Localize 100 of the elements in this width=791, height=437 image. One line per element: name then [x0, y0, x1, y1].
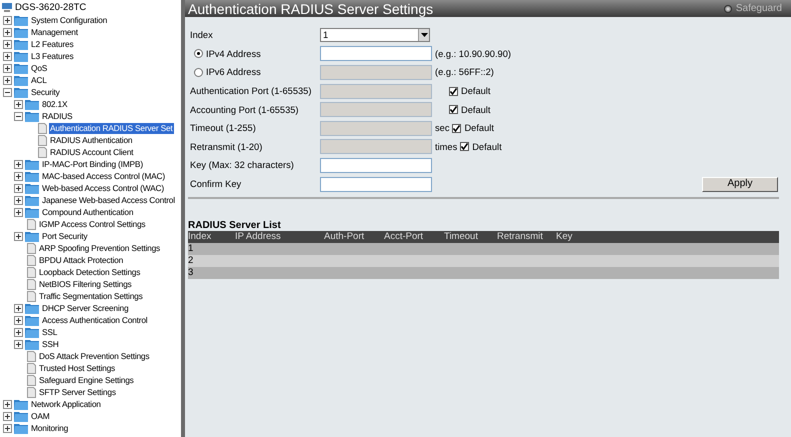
expand-icon[interactable] — [3, 76, 12, 84]
field-label: IPv4 Address — [206, 48, 261, 60]
tree-item[interactable]: Japanese Web-based Access Control — [41, 194, 176, 206]
device-name[interactable]: DGS-3620-28TC — [15, 2, 86, 14]
tree-item[interactable]: Management — [30, 26, 79, 38]
expand-icon[interactable] — [14, 304, 23, 312]
input-field[interactable] — [320, 176, 432, 192]
input-field[interactable] — [320, 46, 432, 62]
field-label: Key (Max: 32 characters) — [190, 159, 294, 172]
tree-item[interactable]: Compound Authentication — [41, 206, 134, 218]
input-field[interactable] — [320, 158, 432, 173]
tree-item[interactable]: QoS — [30, 62, 48, 74]
tree-item[interactable]: RADIUS — [41, 110, 74, 122]
tree-item[interactable]: Network Application — [30, 398, 102, 410]
tree-item[interactable]: Traffic Segmentation Settings — [38, 290, 144, 302]
column-header: Index — [188, 231, 212, 244]
expand-icon[interactable] — [14, 208, 23, 216]
tree-item[interactable]: 802.1X — [41, 98, 68, 110]
expand-icon[interactable] — [3, 412, 12, 420]
expand-icon[interactable] — [14, 184, 23, 192]
column-header: Retransmit — [497, 231, 544, 244]
folder-icon — [25, 194, 39, 206]
unit-label: times — [435, 140, 458, 153]
expand-icon[interactable] — [14, 340, 23, 348]
expand-icon[interactable] — [3, 28, 12, 36]
expand-icon[interactable] — [14, 196, 23, 204]
tree-item[interactable]: RADIUS Authentication — [49, 134, 134, 146]
tree-item[interactable]: IGMP Access Control Settings — [38, 218, 146, 230]
tree-item[interactable]: L3 Features — [30, 50, 74, 62]
document-icon — [38, 146, 47, 158]
expand-icon[interactable] — [3, 40, 12, 48]
table-cell-text: 3 — [188, 267, 194, 280]
caret-icon — [420, 33, 428, 38]
folder-icon — [14, 62, 28, 74]
checkbox-label: Default — [461, 104, 490, 116]
tree-item[interactable]: BPDU Attack Protection — [38, 254, 124, 266]
tree-item[interactable]: DHCP Server Screening — [41, 302, 130, 314]
tree-item[interactable]: Security — [30, 86, 61, 98]
document-icon — [27, 362, 36, 374]
tree-item[interactable]: NetBIOS Filtering Settings — [38, 278, 133, 290]
document-icon — [27, 242, 36, 254]
page-title: Authentication RADIUS Server Settings — [188, 0, 434, 16]
document-icon — [27, 254, 36, 266]
expand-icon[interactable] — [14, 172, 23, 180]
document-icon — [27, 278, 36, 290]
column-header: Auth-Port — [324, 231, 366, 244]
tree-item[interactable]: Trusted Host Settings — [38, 362, 116, 374]
tree-item[interactable]: DoS Attack Prevention Settings — [38, 350, 150, 362]
field-label: Timeout (1-255) — [190, 122, 256, 134]
collapse-icon[interactable] — [14, 112, 23, 120]
tree-item[interactable]: Authentication RADIUS Server Set — [49, 122, 174, 134]
example-hint: (e.g.: 10.90.90.90) — [435, 48, 511, 60]
index-dropdown[interactable]: 1 — [320, 28, 430, 42]
field-label: Confirm Key — [190, 178, 242, 190]
expand-icon[interactable] — [3, 64, 12, 72]
document-icon — [27, 386, 36, 398]
tree-item[interactable]: Port Security — [41, 230, 88, 242]
tree-item[interactable]: Access Authentication Control — [41, 314, 148, 326]
tree-item[interactable]: Safeguard Engine Settings — [38, 374, 135, 386]
expand-icon[interactable] — [14, 100, 23, 108]
field-label: Retransmit (1-20) — [190, 140, 262, 153]
expand-icon[interactable] — [14, 160, 23, 168]
expand-icon[interactable] — [3, 16, 12, 24]
field-label: Accounting Port (1-65535) — [190, 104, 299, 116]
document-icon — [27, 290, 36, 302]
tree-item[interactable]: System Configuration — [30, 14, 108, 26]
tree-item[interactable]: SSH — [41, 338, 60, 350]
example-hint: (e.g.: 56FF::2) — [435, 66, 494, 78]
document-icon — [27, 266, 36, 278]
expand-icon[interactable] — [3, 400, 12, 408]
tree-item[interactable]: MAC-based Access Control (MAC) — [41, 170, 166, 182]
folder-icon — [14, 14, 28, 26]
folder-icon — [25, 206, 39, 218]
tree-item[interactable]: OAM — [30, 410, 50, 422]
tree-item[interactable]: L2 Features — [30, 38, 74, 50]
tree-item[interactable]: Monitoring — [30, 422, 70, 434]
expand-icon[interactable] — [14, 232, 23, 240]
radio-button[interactable] — [194, 49, 203, 58]
unit-label: sec — [435, 122, 450, 134]
expand-icon[interactable] — [3, 424, 12, 432]
tree-item[interactable]: IP-MAC-Port Binding (IMPB) — [41, 158, 144, 170]
field-label: Authentication Port (1-65535) — [190, 85, 312, 98]
folder-icon — [25, 158, 39, 170]
tree-item[interactable]: Web-based Access Control (WAC) — [41, 182, 165, 194]
expand-icon[interactable] — [14, 328, 23, 336]
folder-icon — [14, 26, 28, 38]
tree-item[interactable]: ARP Spoofing Prevention Settings — [38, 242, 162, 254]
checkbox-label: Default — [461, 85, 490, 98]
tree-item[interactable]: SSL — [41, 326, 58, 338]
tree-item[interactable]: Loopback Detection Settings — [38, 266, 142, 278]
table-cell-text: 2 — [188, 255, 194, 268]
apply-button[interactable]: Apply — [702, 176, 778, 192]
collapse-icon[interactable] — [3, 88, 12, 96]
tree-item[interactable]: ACL — [30, 74, 48, 86]
expand-icon[interactable] — [3, 52, 12, 60]
tree-item[interactable]: SFTP Server Settings — [38, 386, 117, 398]
expand-icon[interactable] — [14, 316, 23, 324]
tree-item[interactable]: RADIUS Account Client — [49, 146, 134, 158]
folder-icon — [14, 50, 28, 62]
document-icon — [38, 122, 47, 134]
